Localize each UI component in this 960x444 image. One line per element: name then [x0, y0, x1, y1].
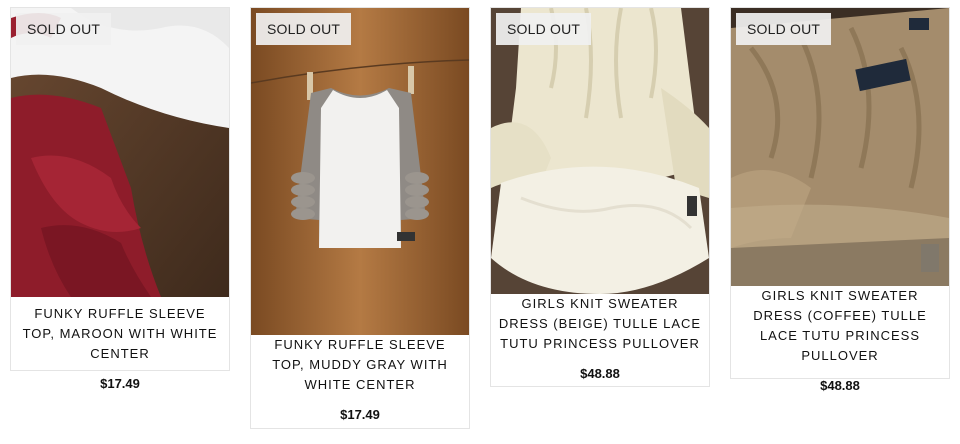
product-card[interactable]: SOLD OUT Funky Ruffle Sleeve Top, Muddy … [250, 7, 470, 429]
product-image[interactable] [491, 8, 709, 294]
product-title[interactable]: Girls Knit Sweater Dress (Beige) Tulle L… [491, 294, 709, 354]
product-card[interactable]: SOLD OUT Girls Knit Sweater Dress (Beige… [490, 7, 710, 387]
product-price: $48.88 [820, 378, 860, 393]
product-card[interactable]: SOLD OUT Girls Knit Sweater Dress (Coffe… [730, 7, 950, 393]
product-price: $17.49 [100, 376, 140, 391]
product-title[interactable]: Girls Knit Sweater Dress (Coffee) Tulle … [731, 286, 949, 366]
product-card[interactable]: SOLD OUT Funky Ruffle Sleeve Top, Maroon… [10, 7, 230, 391]
product-price: $17.49 [340, 407, 380, 422]
product-image[interactable] [251, 8, 469, 335]
product-image[interactable] [731, 8, 949, 286]
product-info: Funky Ruffle Sleeve Top, Maroon with Whi… [11, 304, 229, 391]
product-price: $48.88 [580, 366, 620, 381]
product-title[interactable]: Funky Ruffle Sleeve Top, Muddy Gray with… [251, 335, 469, 395]
sold-out-badge: SOLD OUT [256, 13, 352, 45]
sold-out-badge: SOLD OUT [736, 13, 832, 45]
product-info: Girls Knit Sweater Dress (Beige) Tulle L… [491, 294, 709, 381]
product-info: Funky Ruffle Sleeve Top, Muddy Gray with… [251, 335, 469, 422]
product-image[interactable] [11, 8, 229, 297]
sold-out-badge: SOLD OUT [16, 13, 112, 45]
product-info: Girls Knit Sweater Dress (Coffee) Tulle … [731, 286, 949, 393]
sold-out-badge: SOLD OUT [496, 13, 592, 45]
product-title[interactable]: Funky Ruffle Sleeve Top, Maroon with Whi… [11, 304, 229, 364]
product-grid: SOLD OUT Funky Ruffle Sleeve Top, Maroon… [0, 0, 960, 444]
